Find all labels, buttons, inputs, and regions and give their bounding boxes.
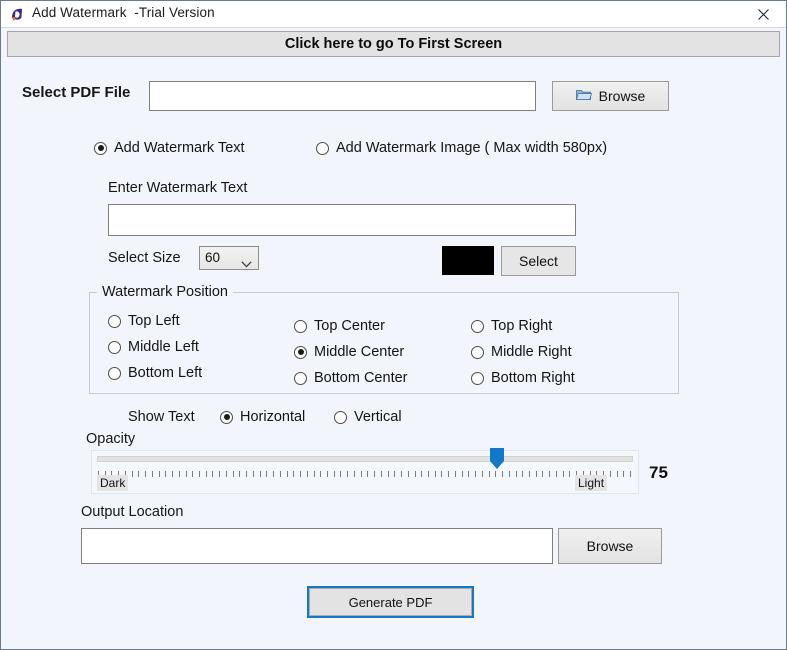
radio-middle-center-label: Middle Center: [314, 344, 405, 360]
radio-top-right-label: Top Right: [491, 318, 553, 334]
radio-vertical[interactable]: Vertical: [334, 409, 402, 425]
add-watermark-window: Add Watermark -Trial Version Click here …: [0, 0, 787, 650]
close-button[interactable]: [740, 1, 786, 27]
browse-pdf-label: Browse: [598, 88, 646, 104]
size-dropdown[interactable]: 60: [199, 246, 259, 270]
app-logo-icon: [9, 6, 26, 23]
radio-top-center-label: Top Center: [314, 318, 385, 334]
browse-output-button[interactable]: Browse: [558, 528, 662, 564]
chevron-down-icon: [241, 255, 252, 273]
opacity-slider-ticks[interactable]: [98, 471, 632, 477]
radio-bottom-left[interactable]: Bottom Left: [108, 365, 202, 381]
radio-middle-center[interactable]: Middle Center: [294, 344, 404, 360]
radio-bottom-center[interactable]: Bottom Center: [294, 370, 408, 386]
opacity-value: 75: [649, 463, 668, 482]
radio-dot-icon: [334, 410, 347, 424]
opacity-light-label: Light: [575, 475, 608, 491]
radio-bottom-right-label: Bottom Right: [491, 370, 575, 386]
radio-add-watermark-image-label: Add Watermark Image ( Max width 580px): [336, 140, 608, 156]
radio-top-center[interactable]: Top Center: [294, 318, 385, 334]
radio-dot-icon: [294, 371, 307, 385]
window-title: Add Watermark -Trial Version: [32, 5, 215, 20]
generate-pdf-button[interactable]: Generate PDF: [307, 586, 474, 618]
select-pdf-input-wrap[interactable]: [149, 81, 536, 111]
radio-dot-icon: [108, 314, 121, 328]
go-to-first-screen-banner[interactable]: Click here to go To First Screen: [7, 31, 780, 57]
size-value: 60: [205, 250, 221, 265]
select-size-label: Select Size: [108, 250, 181, 266]
radio-dot-icon: [294, 345, 307, 359]
radio-add-watermark-image[interactable]: Add Watermark Image ( Max width 580px): [316, 140, 607, 156]
radio-middle-right[interactable]: Middle Right: [471, 344, 572, 360]
radio-horizontal-label: Horizontal: [240, 409, 306, 425]
radio-dot-icon: [294, 319, 307, 333]
radio-dot-icon: [220, 410, 233, 424]
radio-dot-icon: [471, 345, 484, 359]
select-color-label: Select: [519, 253, 558, 269]
browse-pdf-button[interactable]: Browse: [552, 81, 669, 111]
radio-dot-icon: [94, 141, 107, 155]
radio-top-left[interactable]: Top Left: [108, 313, 180, 329]
radio-horizontal[interactable]: Horizontal: [220, 409, 305, 425]
select-pdf-input[interactable]: [150, 82, 535, 110]
radio-middle-right-label: Middle Right: [491, 344, 572, 360]
watermark-text-input[interactable]: [109, 205, 575, 235]
select-color-button[interactable]: Select: [501, 246, 576, 276]
radio-bottom-right[interactable]: Bottom Right: [471, 370, 575, 386]
radio-dot-icon: [316, 141, 329, 155]
output-location-input[interactable]: [82, 529, 552, 563]
opacity-slider-thumb[interactable]: [489, 448, 505, 470]
browse-output-label: Browse: [586, 538, 634, 554]
opacity-label: Opacity: [86, 431, 136, 447]
radio-middle-left[interactable]: Middle Left: [108, 339, 199, 355]
output-location-input-wrap[interactable]: [81, 528, 553, 564]
radio-dot-icon: [108, 366, 121, 380]
close-icon: [757, 8, 769, 20]
watermark-text-input-wrap[interactable]: [108, 204, 576, 236]
generate-pdf-label: Generate PDF: [348, 594, 433, 610]
select-pdf-label: Select PDF File: [22, 84, 131, 101]
radio-bottom-left-label: Bottom Left: [128, 365, 203, 381]
radio-middle-left-label: Middle Left: [128, 339, 199, 355]
radio-add-watermark-text-label: Add Watermark Text: [114, 140, 245, 156]
radio-add-watermark-text[interactable]: Add Watermark Text: [94, 140, 245, 156]
show-text-label: Show Text: [128, 409, 195, 425]
radio-bottom-center-label: Bottom Center: [314, 370, 408, 386]
watermark-text-label: Enter Watermark Text: [108, 180, 248, 196]
radio-dot-icon: [108, 340, 121, 354]
watermark-position-legend: Watermark Position: [97, 284, 233, 300]
banner-label: Click here to go To First Screen: [284, 36, 503, 52]
radio-top-right[interactable]: Top Right: [471, 318, 552, 334]
radio-top-left-label: Top Left: [128, 313, 180, 329]
radio-dot-icon: [471, 319, 484, 333]
output-location-label: Output Location: [81, 504, 184, 520]
opacity-dark-label: Dark: [97, 475, 129, 491]
radio-vertical-label: Vertical: [354, 409, 402, 425]
radio-dot-icon: [471, 371, 484, 385]
folder-icon: [575, 88, 592, 104]
opacity-slider-track[interactable]: [97, 456, 633, 462]
watermark-color-swatch[interactable]: [442, 246, 494, 275]
title-bar: Add Watermark -Trial Version: [1, 1, 786, 28]
